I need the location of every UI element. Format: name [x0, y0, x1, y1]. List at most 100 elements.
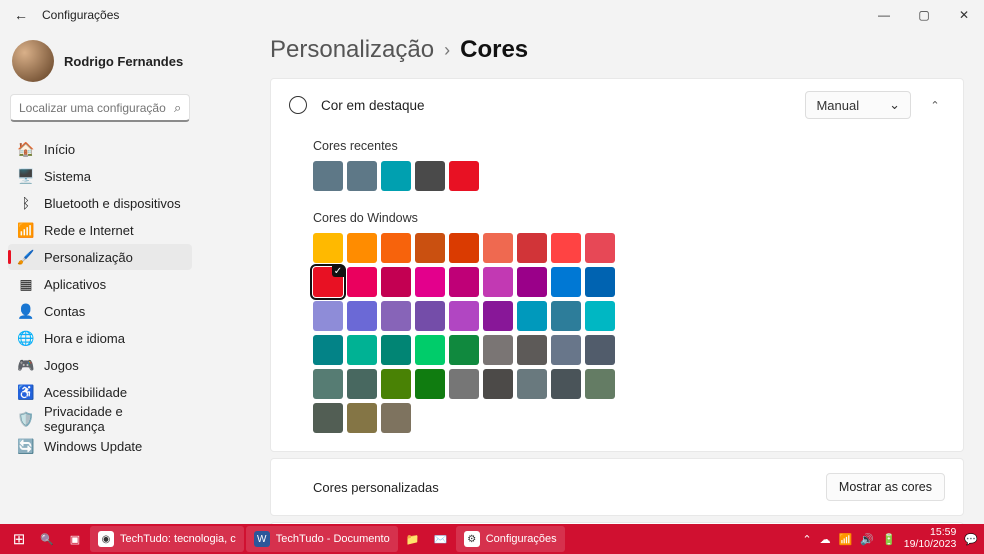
sidebar-item-aplicativos[interactable]: ▦Aplicativos: [8, 271, 192, 297]
sidebar-item-windows-update[interactable]: 🔄Windows Update: [8, 433, 192, 459]
notifications-icon[interactable]: 💬: [964, 533, 978, 546]
color-swatch[interactable]: [313, 161, 343, 191]
color-swatch[interactable]: [551, 369, 581, 399]
search-box[interactable]: ⌕: [10, 94, 190, 122]
taskbar: ⊞ 🔍 ▣ ◉TechTudo: tecnologia, c WTechTudo…: [0, 524, 984, 554]
color-swatch[interactable]: [347, 403, 377, 433]
color-swatch[interactable]: [381, 335, 411, 365]
color-swatch[interactable]: [517, 267, 547, 297]
color-swatch[interactable]: [449, 335, 479, 365]
color-swatch[interactable]: [449, 267, 479, 297]
word-task[interactable]: WTechTudo - Documento: [246, 526, 398, 552]
mail-icon[interactable]: ✉️: [428, 526, 454, 552]
color-swatch[interactable]: [381, 301, 411, 331]
search-taskbar-icon[interactable]: 🔍: [34, 526, 60, 552]
color-swatch[interactable]: [585, 301, 615, 331]
profile-block[interactable]: Rodrigo Fernandes: [8, 30, 192, 94]
explorer-icon[interactable]: 📁: [400, 526, 426, 552]
sidebar-item-personaliza-o[interactable]: 🖌️Personalização: [8, 244, 192, 270]
collapse-section-button[interactable]: ⌃: [925, 95, 945, 115]
color-swatch[interactable]: [313, 233, 343, 263]
sidebar-item-rede-e-internet[interactable]: 📶Rede e Internet: [8, 217, 192, 243]
color-swatch[interactable]: [313, 301, 343, 331]
nav-icon: 🏠: [18, 141, 34, 157]
color-swatch[interactable]: [347, 369, 377, 399]
minimize-button[interactable]: —: [864, 0, 904, 30]
battery-icon[interactable]: 🔋: [882, 533, 896, 546]
color-swatch[interactable]: [381, 369, 411, 399]
onedrive-icon[interactable]: ☁: [820, 533, 831, 546]
color-swatch[interactable]: [415, 267, 445, 297]
color-swatch[interactable]: [449, 369, 479, 399]
close-button[interactable]: ✕: [944, 0, 984, 30]
sidebar-item-in-cio[interactable]: 🏠Início: [8, 136, 192, 162]
sidebar-item-contas[interactable]: 👤 Contas: [8, 298, 192, 324]
color-swatch[interactable]: [483, 233, 513, 263]
color-swatch[interactable]: [415, 301, 445, 331]
color-swatch[interactable]: [415, 369, 445, 399]
color-swatch[interactable]: [347, 335, 377, 365]
color-swatch[interactable]: [347, 267, 377, 297]
settings-task[interactable]: ⚙Configurações: [456, 526, 565, 552]
color-swatch[interactable]: [449, 233, 479, 263]
color-swatch[interactable]: [313, 369, 343, 399]
color-swatch[interactable]: [483, 267, 513, 297]
color-swatch[interactable]: [517, 335, 547, 365]
back-icon[interactable]: ←: [14, 7, 28, 23]
color-swatch[interactable]: [415, 161, 445, 191]
sidebar-item-jogos[interactable]: 🎮Jogos: [8, 352, 192, 378]
color-swatch[interactable]: [313, 335, 343, 365]
color-swatch[interactable]: [415, 233, 445, 263]
tray-chevron-icon[interactable]: ⌃: [802, 533, 811, 546]
start-button[interactable]: ⊞: [6, 526, 32, 552]
system-tray[interactable]: ⌃ ☁ 📶 🔊 🔋 15:59 19/10/2023 💬: [802, 527, 978, 550]
nav-label: Privacidade e segurança: [44, 404, 182, 434]
sidebar-item-hora-e-idioma[interactable]: 🌐Hora e idioma: [8, 325, 192, 351]
volume-icon[interactable]: 🔊: [860, 533, 874, 546]
color-swatch[interactable]: [585, 233, 615, 263]
color-swatch[interactable]: [347, 233, 377, 263]
color-swatch[interactable]: [381, 233, 411, 263]
color-swatch[interactable]: [517, 233, 547, 263]
clock[interactable]: 15:59 19/10/2023: [904, 527, 957, 550]
color-swatch[interactable]: [551, 233, 581, 263]
search-input[interactable]: [19, 101, 174, 115]
color-swatch[interactable]: [483, 301, 513, 331]
accent-color-card: Cor em destaque Manual ⌄ ⌃ Cores recente…: [270, 78, 964, 452]
nav-icon: 🌐: [18, 330, 34, 346]
color-swatch[interactable]: [517, 301, 547, 331]
color-swatch[interactable]: [551, 267, 581, 297]
color-swatch[interactable]: [483, 369, 513, 399]
color-swatch[interactable]: [347, 301, 377, 331]
color-swatch[interactable]: [381, 403, 411, 433]
nav-icon: 👤: [18, 303, 34, 319]
color-swatch[interactable]: [551, 335, 581, 365]
color-swatch[interactable]: [449, 301, 479, 331]
custom-colors-label: Cores personalizadas: [313, 480, 826, 495]
sidebar-item-acessibilidade[interactable]: ♿Acessibilidade: [8, 379, 192, 405]
sidebar-item-sistema[interactable]: 🖥️Sistema: [8, 163, 192, 189]
breadcrumb-parent[interactable]: Personalização: [270, 36, 434, 64]
color-swatch[interactable]: [347, 161, 377, 191]
accent-mode-dropdown[interactable]: Manual ⌄: [805, 91, 911, 119]
color-swatch[interactable]: [415, 335, 445, 365]
color-swatch[interactable]: [381, 161, 411, 191]
maximize-button[interactable]: ▢: [904, 0, 944, 30]
color-swatch[interactable]: [585, 369, 615, 399]
color-swatch[interactable]: [551, 301, 581, 331]
sidebar-item-privacidade-e-seguran-a[interactable]: 🛡️Privacidade e segurança: [8, 406, 192, 432]
color-swatch[interactable]: [517, 369, 547, 399]
sidebar-item-bluetooth-e-dispositivos[interactable]: ᛒBluetooth e dispositivos: [8, 190, 192, 216]
show-colors-button[interactable]: Mostrar as cores: [826, 473, 945, 501]
color-swatch[interactable]: [449, 161, 479, 191]
color-swatch[interactable]: [585, 267, 615, 297]
chrome-task[interactable]: ◉TechTudo: tecnologia, c: [90, 526, 244, 552]
nav-label: Contas: [44, 304, 85, 319]
task-view-icon[interactable]: ▣: [62, 526, 88, 552]
color-swatch[interactable]: [483, 335, 513, 365]
color-swatch[interactable]: [313, 403, 343, 433]
color-swatch[interactable]: [381, 267, 411, 297]
color-swatch[interactable]: [585, 335, 615, 365]
color-swatch[interactable]: [313, 267, 343, 297]
wifi-icon[interactable]: 📶: [839, 533, 853, 546]
